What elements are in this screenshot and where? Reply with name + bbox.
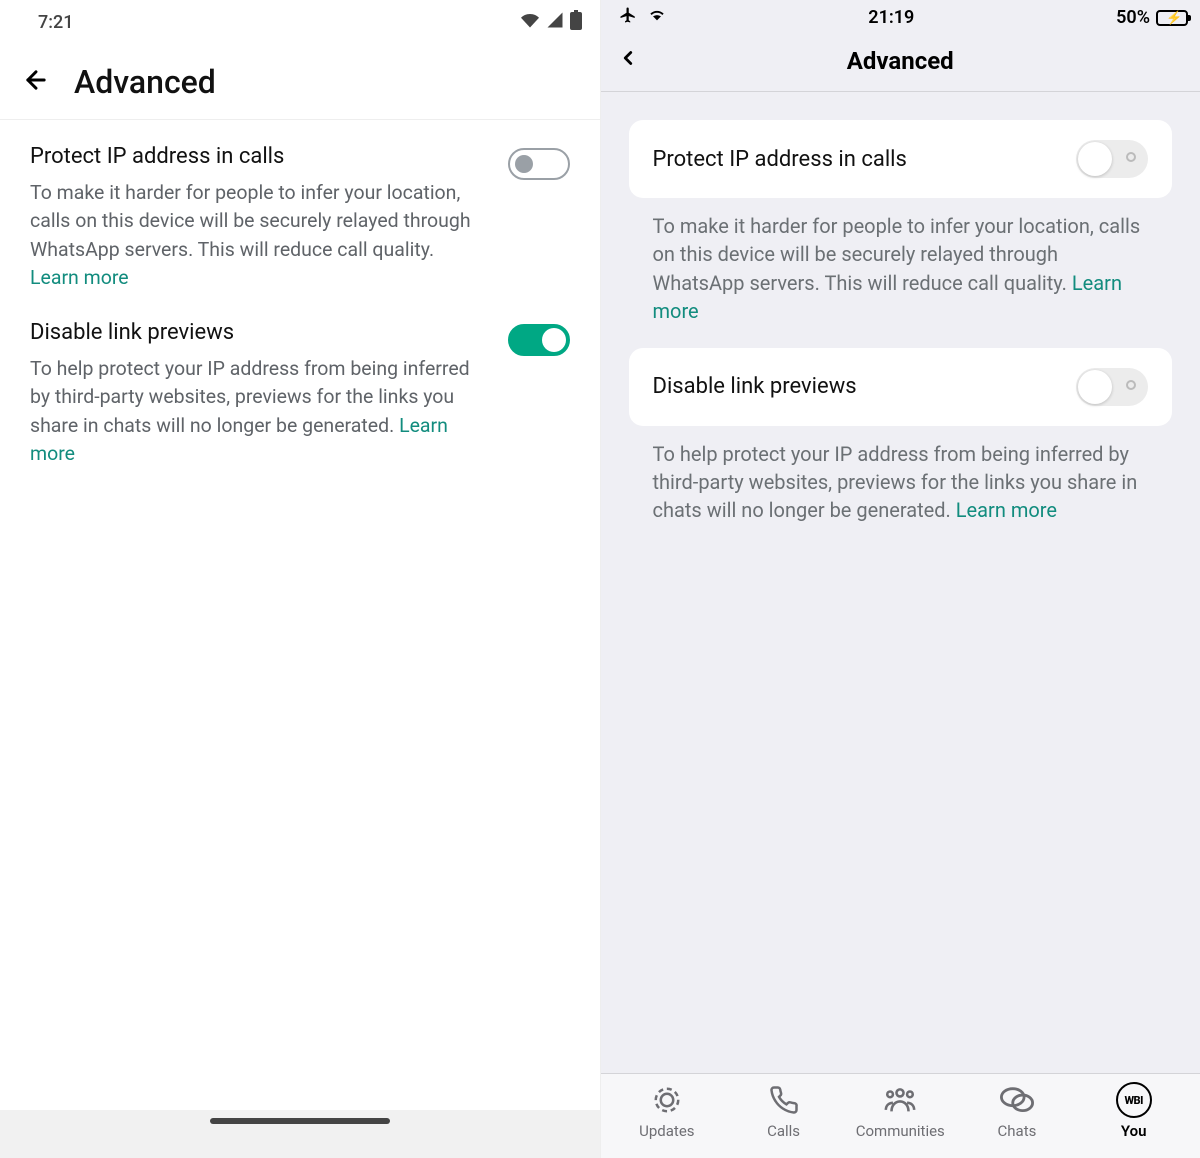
you-icon: WBI [1116, 1084, 1152, 1116]
back-arrow-icon[interactable] [22, 66, 50, 98]
setting-title: Disable link previews [653, 374, 857, 399]
tab-calls[interactable]: Calls [725, 1084, 842, 1140]
tab-label: Updates [639, 1122, 694, 1140]
tab-label: Communities [856, 1122, 945, 1140]
android-panel: 7:21 Advanced Protect IP address in call… [0, 0, 601, 1158]
android-appbar: Advanced [0, 39, 600, 120]
tab-chats[interactable]: Chats [959, 1084, 1076, 1140]
android-nav-bar [0, 1110, 600, 1158]
tab-label: Calls [767, 1122, 800, 1140]
ios-status-bar: 21:19 50% ⚡ [601, 0, 1200, 33]
wifi-icon [647, 7, 667, 28]
tab-communities[interactable]: Communities [842, 1084, 959, 1140]
setting-protect-ip: Protect IP address in calls To make it h… [30, 144, 570, 320]
communities-icon [883, 1084, 917, 1116]
setting-protect-ip[interactable]: Protect IP address in calls [629, 120, 1173, 198]
tab-updates[interactable]: Updates [609, 1084, 726, 1140]
learn-more-link[interactable]: Learn more [30, 266, 129, 289]
setting-description: To make it harder for people to infer yo… [30, 179, 488, 292]
disable-link-previews-toggle[interactable] [1076, 368, 1148, 406]
signal-icon [546, 11, 564, 34]
battery-icon [570, 10, 582, 35]
calls-icon [769, 1084, 799, 1116]
status-time: 7:21 [38, 12, 73, 33]
ios-tab-bar: Updates Calls Communities Chats WBI You [601, 1073, 1200, 1158]
setting-title: Protect IP address in calls [653, 147, 907, 172]
android-status-bar: 7:21 [0, 0, 600, 39]
airplane-mode-icon [619, 6, 637, 29]
android-settings-list: Protect IP address in calls To make it h… [0, 120, 600, 520]
setting-disable-link-previews[interactable]: Disable link previews [629, 348, 1173, 426]
status-icons [520, 10, 582, 35]
page-title: Advanced [847, 47, 954, 75]
status-time: 21:19 [868, 7, 914, 28]
protect-ip-toggle[interactable] [508, 148, 570, 180]
setting-description: To make it harder for people to infer yo… [629, 198, 1173, 348]
ios-navbar: Advanced [601, 33, 1200, 92]
tab-you[interactable]: WBI You [1075, 1084, 1192, 1140]
tab-label: Chats [998, 1122, 1037, 1140]
chats-icon [1000, 1084, 1034, 1116]
back-chevron-icon[interactable] [617, 43, 639, 77]
wifi-icon [520, 11, 540, 34]
setting-title: Protect IP address in calls [30, 144, 488, 169]
home-handle[interactable] [210, 1118, 390, 1124]
protect-ip-toggle[interactable] [1076, 140, 1148, 178]
ios-settings-list: Protect IP address in calls To make it h… [601, 92, 1200, 575]
setting-description: To help protect your IP address from bei… [629, 426, 1173, 547]
tab-label: You [1121, 1122, 1147, 1140]
setting-title: Disable link previews [30, 320, 488, 345]
battery-percent: 50% [1116, 7, 1150, 28]
disable-link-previews-toggle[interactable] [508, 324, 570, 356]
updates-icon [652, 1084, 682, 1116]
page-title: Advanced [74, 63, 216, 101]
ios-panel: 21:19 50% ⚡ Advanced Protect IP address … [601, 0, 1200, 1158]
learn-more-link[interactable]: Learn more [956, 498, 1057, 522]
setting-description: To help protect your IP address from bei… [30, 355, 488, 468]
battery-icon: ⚡ [1156, 10, 1188, 26]
setting-disable-link-previews: Disable link previews To help protect yo… [30, 320, 570, 496]
